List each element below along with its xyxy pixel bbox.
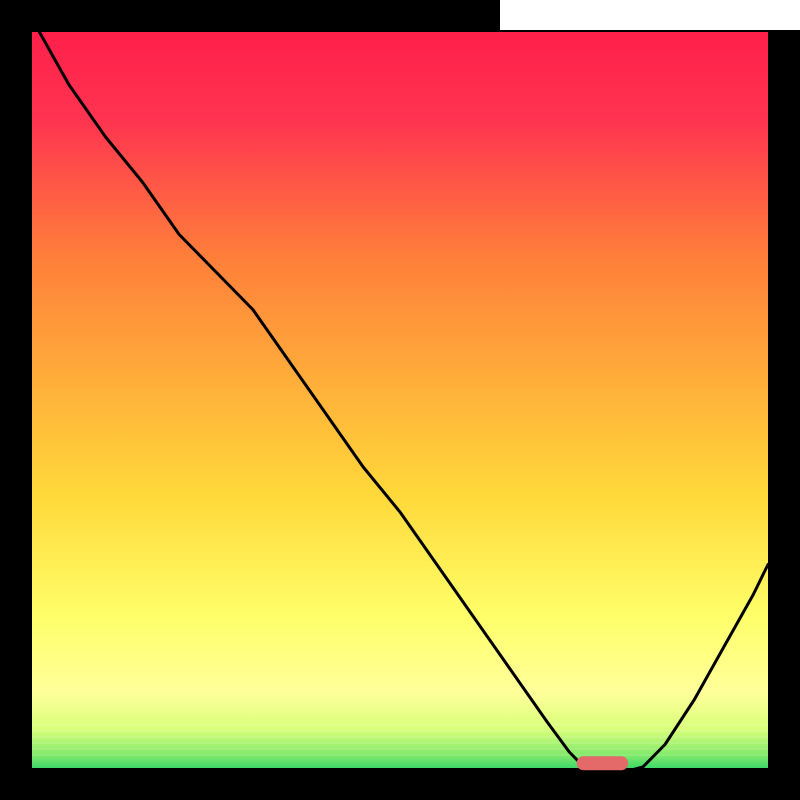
chart-frame: TheBottleneck.com [0, 0, 800, 800]
optimal-range-marker [577, 756, 629, 770]
band-stripe [32, 748, 768, 750]
band-stripe [32, 736, 768, 738]
watermark-bg [505, 0, 800, 30]
band-stripe [32, 724, 768, 726]
band-stripe [32, 730, 768, 732]
bottleneck-chart [0, 0, 800, 800]
band-stripe [32, 754, 768, 756]
band-stripe [32, 742, 768, 744]
gradient-background [32, 32, 768, 782]
